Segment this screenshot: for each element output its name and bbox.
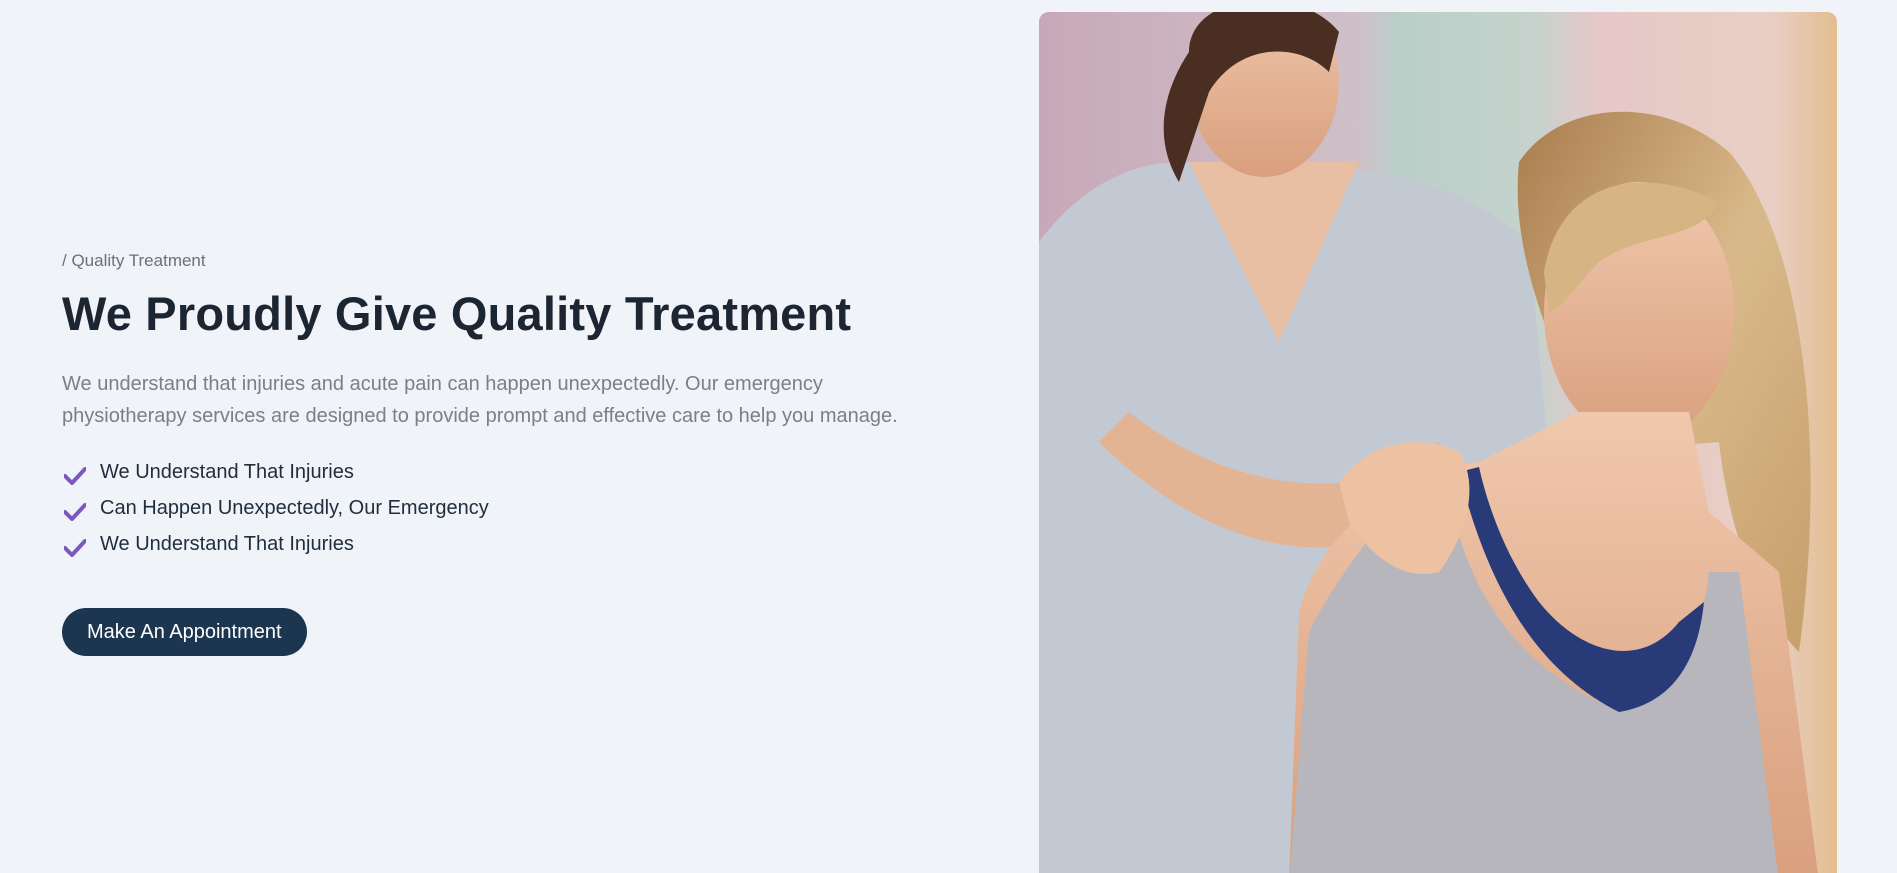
check-icon	[62, 531, 88, 557]
feature-label: We Understand That Injuries	[100, 532, 354, 555]
photo-illustration	[1039, 12, 1837, 873]
make-appointment-button[interactable]: Make An Appointment	[62, 608, 307, 656]
list-item: We Understand That Injuries	[62, 526, 962, 562]
feature-list: We Understand That Injuries Can Happen U…	[62, 454, 962, 562]
list-item: We Understand That Injuries	[62, 454, 962, 490]
section-description: We understand that injuries and acute pa…	[62, 373, 898, 427]
list-item: Can Happen Unexpectedly, Our Emergency	[62, 490, 962, 526]
section-title: We Proudly Give Quality Treatment	[62, 287, 852, 340]
check-icon	[62, 459, 88, 485]
feature-label: Can Happen Unexpectedly, Our Emergency	[100, 496, 489, 519]
treatment-section: / Quality Treatment We Proudly Give Qual…	[62, 250, 962, 656]
physiotherapy-photo	[1039, 12, 1837, 873]
check-icon	[62, 495, 88, 521]
section-eyebrow: / Quality Treatment	[62, 251, 206, 270]
feature-label: We Understand That Injuries	[100, 460, 354, 483]
